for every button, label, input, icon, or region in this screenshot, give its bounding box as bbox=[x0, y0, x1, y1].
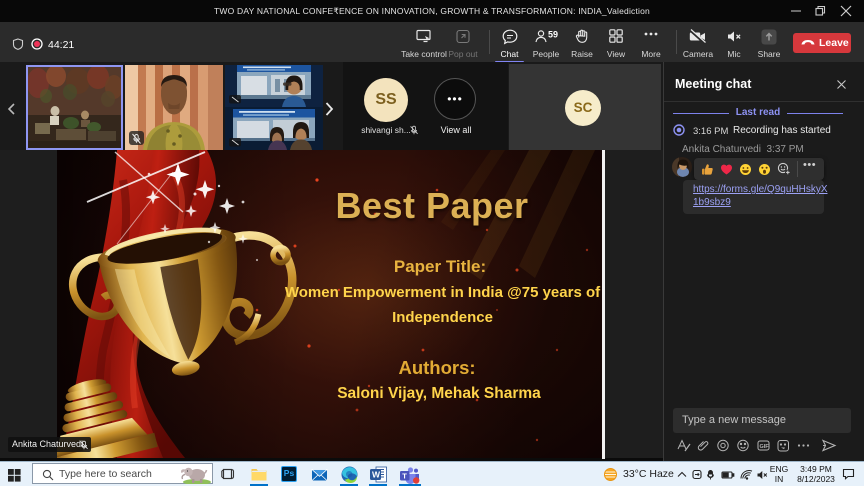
svg-text:59: 59 bbox=[548, 30, 558, 40]
svg-text:T: T bbox=[402, 471, 407, 480]
svg-text:W: W bbox=[372, 470, 381, 480]
svg-text:GIF: GIF bbox=[760, 444, 770, 450]
